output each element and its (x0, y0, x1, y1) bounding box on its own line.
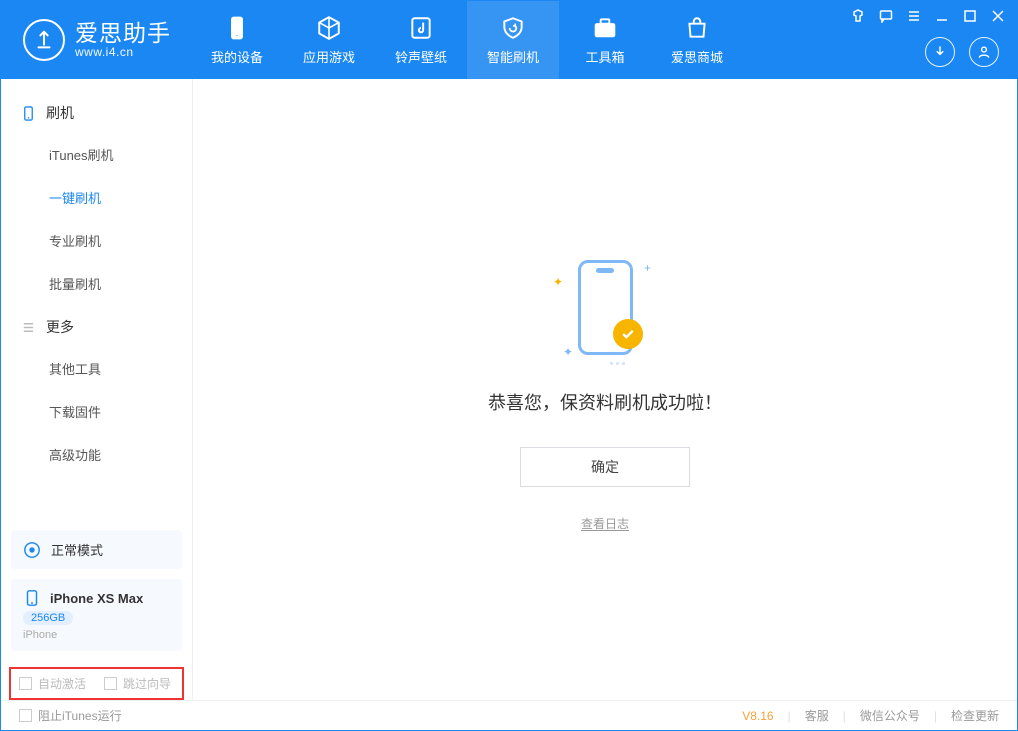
device-icon (224, 15, 250, 41)
cube-icon (316, 15, 342, 41)
sidebar-item-itunes-flash[interactable]: iTunes刷机 (1, 133, 192, 176)
tab-my-device[interactable]: 我的设备 (191, 1, 283, 79)
sidebar-item-oneclick-flash[interactable]: 一键刷机 (1, 176, 192, 219)
user-button[interactable] (969, 37, 999, 67)
bag-icon (684, 15, 710, 41)
minimize-icon[interactable] (935, 9, 949, 23)
checkbox-icon (19, 677, 32, 690)
version-label: V8.16 (742, 709, 773, 723)
device-mode-label: 正常模式 (51, 540, 103, 559)
check-update-link[interactable]: 检查更新 (951, 707, 999, 724)
sidebar-group-flash: 刷机 (1, 91, 192, 133)
phone-icon (21, 106, 36, 121)
dots-icon (610, 362, 625, 365)
tab-label: 我的设备 (211, 47, 263, 66)
tab-toolbox[interactable]: 工具箱 (559, 1, 651, 79)
device-name: iPhone XS Max (50, 591, 143, 606)
sidebar-item-download-firmware[interactable]: 下载固件 (1, 390, 192, 433)
sidebar-item-pro-flash[interactable]: 专业刷机 (1, 219, 192, 262)
success-illustration: ✦ + ✦ (545, 247, 665, 367)
tab-label: 铃声壁纸 (395, 47, 447, 66)
device-type: iPhone (23, 629, 57, 641)
app-logo: 爱思助手 www.i4.cn (1, 1, 191, 79)
flash-options-box: 自动激活 跳过向导 (9, 667, 184, 700)
window-controls (851, 9, 1005, 23)
checkbox-icon (104, 677, 117, 690)
footer: 阻止iTunes运行 V8.16 | 客服 | 微信公众号 | 检查更新 (1, 700, 1017, 730)
checkbox-label: 跳过向导 (123, 675, 171, 692)
tab-ringtone-wallpaper[interactable]: 铃声壁纸 (375, 1, 467, 79)
success-message: 恭喜您，保资料刷机成功啦！ (488, 389, 722, 415)
list-icon (21, 320, 36, 335)
tab-store[interactable]: 爱思商城 (651, 1, 743, 79)
music-icon (408, 15, 434, 41)
header-actions (925, 37, 999, 67)
device-capacity: 256GB (23, 611, 73, 625)
checkbox-label: 阻止iTunes运行 (38, 707, 122, 724)
sidebar-item-other-tools[interactable]: 其他工具 (1, 347, 192, 390)
app-title: 爱思助手 (75, 20, 171, 46)
device-info-box[interactable]: iPhone XS Max 256GB iPhone (11, 579, 182, 651)
device-mode-box[interactable]: 正常模式 (11, 530, 182, 569)
sidebar-group-more: 更多 (1, 305, 192, 347)
maximize-icon[interactable] (963, 9, 977, 23)
ok-button[interactable]: 确定 (520, 447, 690, 487)
checkbox-label: 自动激活 (38, 675, 86, 692)
checkbox-icon (19, 709, 32, 722)
tab-label: 爱思商城 (671, 47, 723, 66)
download-button[interactable] (925, 37, 955, 67)
checkbox-block-itunes[interactable]: 阻止iTunes运行 (19, 707, 122, 724)
tab-label: 应用游戏 (303, 47, 355, 66)
skin-icon[interactable] (851, 9, 865, 23)
phone-icon (23, 589, 41, 607)
sidebar: 刷机 iTunes刷机 一键刷机 专业刷机 批量刷机 更多 其他工具 下载固件 … (1, 79, 193, 700)
app-url: www.i4.cn (75, 46, 171, 60)
header-tabs: 我的设备 应用游戏 铃声壁纸 智能刷机 工具箱 爱思商城 (191, 1, 743, 79)
refresh-shield-icon (500, 15, 526, 41)
sparkle-icon: ✦ (553, 275, 563, 289)
menu-icon[interactable] (907, 9, 921, 23)
sparkle-icon: ✦ (563, 345, 573, 359)
view-log-link[interactable]: 查看日志 (581, 515, 629, 532)
checkbox-skip-wizard[interactable]: 跳过向导 (104, 675, 171, 692)
check-badge-icon (613, 319, 643, 349)
checkbox-auto-activate[interactable]: 自动激活 (19, 675, 86, 692)
close-icon[interactable] (991, 9, 1005, 23)
main-content: ✦ + ✦ 恭喜您，保资料刷机成功啦！ 确定 查看日志 (193, 79, 1017, 700)
mode-icon (23, 541, 41, 559)
sparkle-icon: + (644, 261, 651, 275)
tab-smart-flash[interactable]: 智能刷机 (467, 1, 559, 79)
logo-icon (23, 19, 65, 61)
customer-service-link[interactable]: 客服 (805, 707, 829, 724)
tab-apps-games[interactable]: 应用游戏 (283, 1, 375, 79)
briefcase-icon (592, 15, 618, 41)
tab-label: 智能刷机 (487, 47, 539, 66)
feedback-icon[interactable] (879, 9, 893, 23)
wechat-link[interactable]: 微信公众号 (860, 707, 920, 724)
body: 刷机 iTunes刷机 一键刷机 专业刷机 批量刷机 更多 其他工具 下载固件 … (1, 79, 1017, 700)
device-area: 正常模式 iPhone XS Max 256GB iPhone (1, 530, 192, 661)
tab-label: 工具箱 (585, 47, 624, 66)
sidebar-item-advanced[interactable]: 高级功能 (1, 433, 192, 476)
sidebar-item-batch-flash[interactable]: 批量刷机 (1, 262, 192, 305)
header: 爱思助手 www.i4.cn 我的设备 应用游戏 铃声壁纸 智能刷机 工具箱 爱… (1, 1, 1017, 79)
